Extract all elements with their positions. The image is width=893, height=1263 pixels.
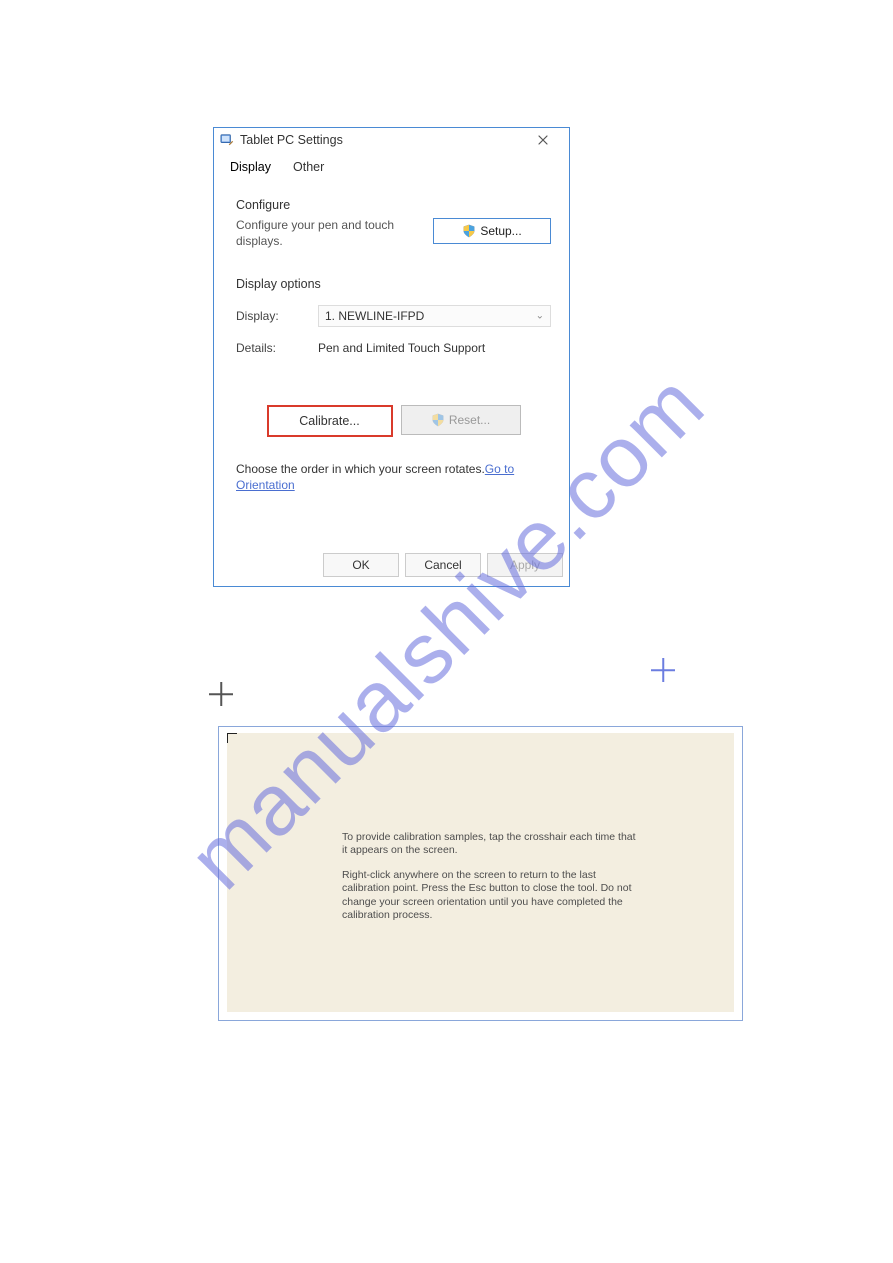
calibration-text-2: Right-click anywhere on the screen to re… (342, 869, 642, 922)
calibration-screen: To provide calibration samples, tap the … (218, 726, 743, 1021)
setup-button[interactable]: Setup... (433, 218, 551, 244)
reset-button-label: Reset... (449, 413, 490, 427)
tablet-settings-icon (220, 133, 234, 147)
details-label: Details: (236, 341, 318, 355)
details-value: Pen and Limited Touch Support (318, 341, 551, 355)
uac-shield-icon (462, 224, 476, 238)
calibration-surface[interactable]: To provide calibration samples, tap the … (227, 733, 734, 1012)
display-label: Display: (236, 309, 318, 323)
calibration-instructions: To provide calibration samples, tap the … (342, 831, 642, 934)
tab-strip: Display Other (214, 152, 569, 178)
configure-desc: Configure your pen and touch displays. (236, 218, 401, 249)
dialog-content: Configure Configure your pen and touch d… (214, 178, 569, 502)
tablet-pc-settings-dialog: Tablet PC Settings Display Other Configu… (213, 127, 570, 587)
display-options-heading: Display options (236, 277, 551, 291)
tab-other[interactable]: Other (287, 156, 330, 178)
calibration-crosshair-icon (651, 658, 675, 682)
uac-shield-icon (431, 413, 445, 427)
ok-button[interactable]: OK (323, 553, 399, 577)
dialog-title: Tablet PC Settings (240, 133, 523, 147)
chevron-down-icon: ⌄ (536, 311, 544, 322)
close-button[interactable] (523, 130, 563, 150)
titlebar: Tablet PC Settings (214, 128, 569, 152)
setup-button-label: Setup... (480, 224, 521, 238)
tab-display[interactable]: Display (224, 156, 277, 178)
calibration-crosshair-icon (209, 682, 233, 706)
cancel-button[interactable]: Cancel (405, 553, 481, 577)
display-dropdown-value: 1. NEWLINE-IFPD (325, 309, 424, 323)
rotate-order-text: Choose the order in which your screen ro… (236, 461, 551, 493)
apply-button: Apply (487, 553, 563, 577)
calibrate-button[interactable]: Calibrate... (267, 405, 393, 437)
reset-button: Reset... (401, 405, 521, 435)
configure-heading: Configure (236, 198, 551, 212)
display-dropdown[interactable]: 1. NEWLINE-IFPD ⌄ (318, 305, 551, 327)
dialog-footer: OK Cancel Apply (214, 544, 569, 586)
corner-crosshair-icon (227, 733, 237, 743)
calibration-text-1: To provide calibration samples, tap the … (342, 831, 642, 857)
